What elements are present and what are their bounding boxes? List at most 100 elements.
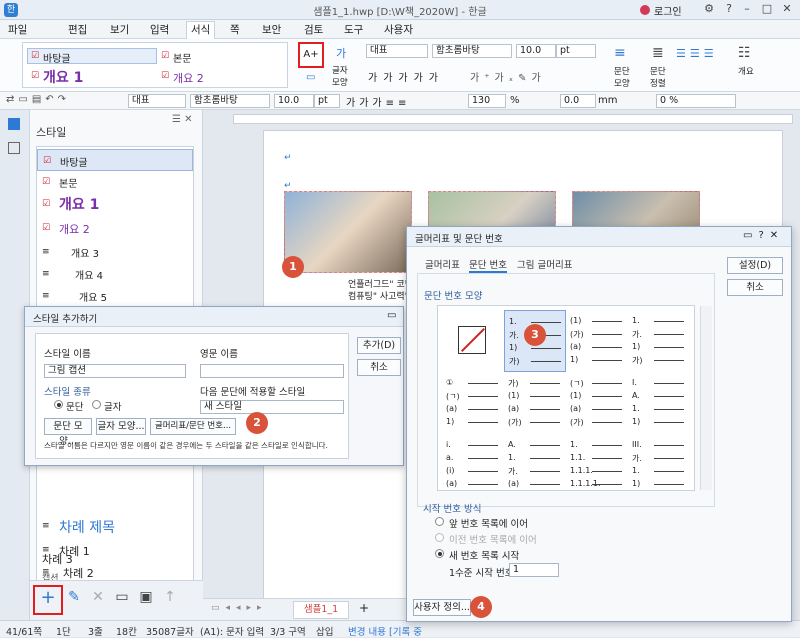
add-icon[interactable]: + xyxy=(38,587,58,608)
style-item[interactable]: ☑ 개요 1 xyxy=(37,193,193,215)
size-select[interactable]: 10.0 xyxy=(516,44,556,58)
maximize-icon[interactable]: □ xyxy=(758,2,776,17)
status-track[interactable]: 변경 내용 [기록 중 xyxy=(348,624,422,638)
status-insert[interactable]: 삽입 xyxy=(316,624,333,638)
zoom-input[interactable]: 0 % xyxy=(656,94,736,108)
tab-nav-icons[interactable]: ▭◂◂▸▸ xyxy=(211,603,268,613)
cancel-button[interactable]: 취소 xyxy=(357,359,401,376)
next-style-select[interactable]: 새 스타일 xyxy=(200,400,344,414)
grid-scrollbar[interactable] xyxy=(700,306,712,490)
para-shape-button[interactable]: 문단 모양... xyxy=(44,418,92,447)
number-shape-label: A. xyxy=(508,440,516,449)
edit-icon[interactable]: ✎ xyxy=(64,589,84,609)
number-shape-cell[interactable]: 1. 1.1. 1.1.1. 1.1.1.1. xyxy=(566,434,628,496)
menu-tools[interactable]: 도구 xyxy=(344,22,363,37)
number-shape-cell[interactable]: 가) (1) (a) (가) xyxy=(504,372,566,434)
number-shape-cell[interactable]: (1) (가) (a) 1) xyxy=(566,310,628,372)
folder-icon[interactable]: ▭ xyxy=(112,589,132,609)
tab-document[interactable]: 샘플1_1 xyxy=(293,601,349,619)
type-para-radio[interactable] xyxy=(54,400,63,409)
style-select[interactable]: 대표 xyxy=(366,44,428,58)
ruler[interactable] xyxy=(233,114,793,124)
type-char-radio[interactable] xyxy=(92,400,101,409)
dialog-window-icons[interactable]: ▭?✕ xyxy=(743,230,784,241)
number-shape-cell[interactable]: i. a. (i) (a) xyxy=(442,434,504,496)
number-shape-none[interactable] xyxy=(442,310,504,372)
style-item[interactable]: ☑ 바탕글 xyxy=(37,149,193,171)
menu-user[interactable]: 사용자 xyxy=(384,22,413,37)
number-shape-line xyxy=(592,321,622,322)
menu-insert[interactable]: 입력 xyxy=(150,22,169,37)
new-list-radio[interactable] xyxy=(435,549,444,558)
number-shape-cell[interactable]: A. 1. 가. (a) xyxy=(504,434,566,496)
save-icon[interactable]: ▣ xyxy=(136,589,156,609)
menu-review[interactable]: 검토 xyxy=(304,22,323,37)
prev-radio[interactable] xyxy=(435,533,444,542)
list-buttons[interactable]: ☰☰☰ xyxy=(676,47,718,60)
toolbar-font-select[interactable]: 함초롬바탕 xyxy=(190,94,270,108)
delete-icon[interactable]: ✕ xyxy=(88,589,108,609)
style-item[interactable]: ≡ 개요 4 xyxy=(37,263,193,285)
menu-security[interactable]: 보안 xyxy=(262,22,281,37)
style-name-input[interactable]: 그림 캡션 xyxy=(44,364,186,378)
dialog-menu-icon[interactable]: ▭ xyxy=(387,310,396,321)
number-shape-line xyxy=(468,383,498,384)
toolbar-style-select[interactable]: 대표 xyxy=(128,94,186,108)
font-select[interactable]: 함초롬바탕 xyxy=(432,44,512,58)
cancel-button[interactable]: 취소 xyxy=(727,279,783,296)
style-item[interactable]: ≡ 개요 5 xyxy=(37,285,193,307)
line-spacing-input[interactable]: 130 xyxy=(468,94,506,108)
add-tab-icon[interactable]: + xyxy=(359,601,369,615)
number-shape-cell[interactable]: III. 가. 1. 1) xyxy=(628,434,690,496)
text-format-buttons[interactable]: 가가가가가 xyxy=(368,69,444,84)
close-icon[interactable]: ✕ xyxy=(778,2,796,17)
text-color-buttons[interactable]: 가⁺가ₓ✎가 xyxy=(470,69,546,84)
menu-view[interactable]: 보기 xyxy=(110,22,129,37)
login-button[interactable]: 로그인 xyxy=(654,3,682,18)
style-panel-icon[interactable] xyxy=(8,118,20,130)
custom-button[interactable]: 사용자 정의... xyxy=(413,599,471,616)
number-shape-cell[interactable]: 1. 가. 1) 가) xyxy=(628,310,690,372)
char-shape-button[interactable]: 글자 모양 xyxy=(332,64,352,88)
indent-input[interactable]: 0.0 xyxy=(560,94,596,108)
number-shape-cell[interactable]: ① (ㄱ) (a) 1) xyxy=(442,372,504,434)
number-shape-cell[interactable]: I. A. 1. 1) xyxy=(628,372,690,434)
para-shape-button[interactable]: 문단 모양 xyxy=(614,65,636,89)
level-input[interactable]: 1 xyxy=(509,563,559,577)
para-align-button[interactable]: 문단 정렬 xyxy=(650,65,672,89)
style-item[interactable]: ☑ 개요 2 xyxy=(37,217,193,239)
continue-radio[interactable] xyxy=(435,517,444,526)
menu-format[interactable]: 서식 xyxy=(186,21,216,39)
help-icon[interactable]: ? xyxy=(720,2,738,17)
menu-file[interactable]: 파일 xyxy=(8,22,27,37)
toolbar-size-select[interactable]: 10.0 xyxy=(274,94,314,108)
number-shape-cell[interactable]: (ㄱ) (1) (a) (가) xyxy=(566,372,628,434)
char-shape-button[interactable]: 글자 모양... xyxy=(96,418,146,435)
settings-icon[interactable]: ⚙ xyxy=(700,2,718,17)
outline-button[interactable]: 개요 xyxy=(738,65,754,77)
unit-select[interactable]: pt xyxy=(556,44,596,58)
folder-icon[interactable]: ▭ xyxy=(306,72,315,83)
set-button[interactable]: 설정(D) xyxy=(727,257,783,274)
eng-name-input[interactable] xyxy=(200,364,344,378)
menu-edit[interactable]: 편집 xyxy=(68,22,87,37)
photo-1[interactable] xyxy=(284,191,412,273)
move-up-icon[interactable]: ↑ xyxy=(160,589,180,609)
menu-page[interactable]: 쪽 xyxy=(230,22,240,37)
toolbar-text-buttons[interactable]: 가가가≡≡ xyxy=(346,94,410,109)
panel-menu-icon[interactable]: ☰ ✕ xyxy=(172,114,193,125)
style-item-label[interactable]: 차례 3 xyxy=(42,551,73,567)
tab-bullet[interactable]: 글머리표 xyxy=(425,257,460,271)
bullet-number-button[interactable]: 글머리표/문단 번호... xyxy=(150,418,236,435)
toolbar-unit-select[interactable]: pt xyxy=(314,94,340,108)
document-icon[interactable] xyxy=(8,142,20,154)
style-item[interactable]: ≡ 차례 제목 xyxy=(37,513,193,539)
tab-picture-bullet[interactable]: 그림 글머리표 xyxy=(517,257,572,271)
tab-number[interactable]: 문단 번호 xyxy=(469,257,507,273)
add-button[interactable]: 추가(D) xyxy=(357,337,401,354)
quick-access-buttons[interactable]: ⇄▭▤↶↷ xyxy=(6,94,70,105)
style-item[interactable]: ≡ 개요 3 xyxy=(37,241,193,263)
add-style-button[interactable]: A+ xyxy=(298,42,324,68)
minimize-icon[interactable]: – xyxy=(738,2,756,17)
style-item[interactable]: ☑ 본문 xyxy=(37,171,193,193)
